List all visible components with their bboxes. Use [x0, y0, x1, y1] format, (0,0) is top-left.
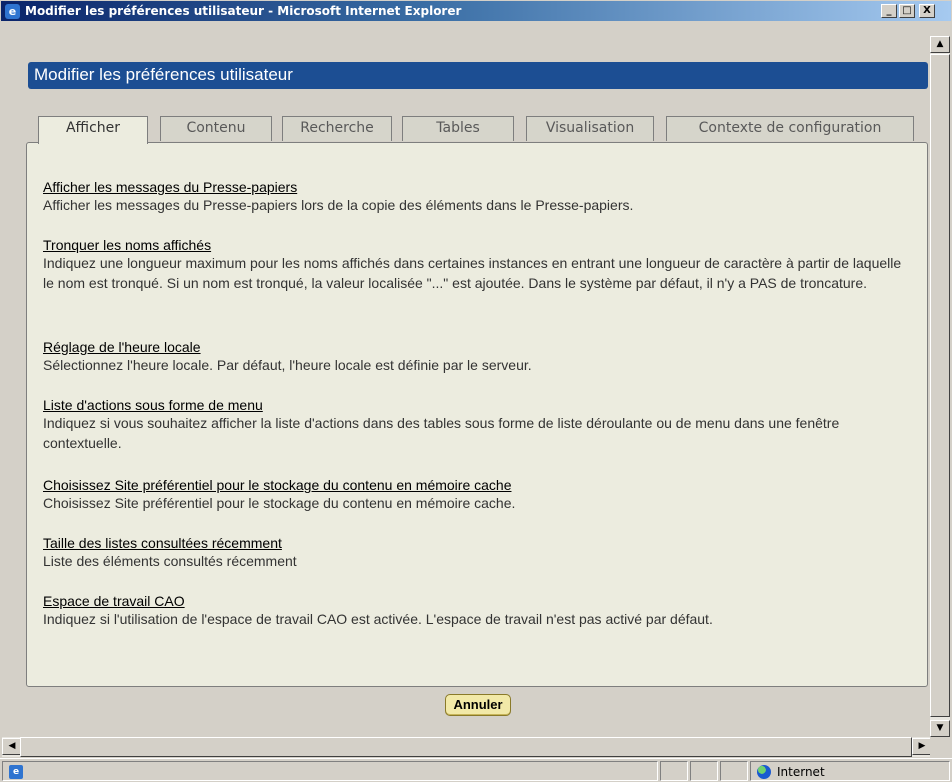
close-button[interactable]: X — [919, 4, 935, 18]
tab-visualisation[interactable]: Visualisation — [526, 116, 654, 141]
pref-description: Choisissez Site préférentiel pour le sto… — [43, 495, 516, 511]
pref-description: Indiquez si vous souhaitez afficher la l… — [43, 415, 840, 451]
scroll-corner — [930, 737, 952, 758]
content-viewport: Modifier les préférences utilisateur Aff… — [2, 24, 930, 737]
tab-tables[interactable]: Tables — [402, 116, 514, 141]
pref-link-espace-cao[interactable]: Espace de travail CAO — [43, 593, 185, 609]
pref-link-liste-actions-menu[interactable]: Liste d'actions sous forme de menu — [43, 397, 263, 413]
window-titlebar[interactable]: e Modifier les préférences utilisateur -… — [0, 0, 952, 22]
horizontal-scroll-thumb[interactable] — [20, 737, 912, 757]
pref-description: Sélectionnez l'heure locale. Par défaut,… — [43, 357, 532, 373]
window-title: Modifier les préférences utilisateur - M… — [25, 4, 462, 18]
status-text-pane: e — [2, 761, 658, 781]
tab-contenu[interactable]: Contenu — [160, 116, 272, 141]
page-title-bar: Modifier les préférences utilisateur — [28, 62, 928, 89]
status-pane — [720, 761, 748, 781]
scroll-up-arrow-icon[interactable]: ▲ — [930, 36, 950, 53]
vertical-scroll-thumb[interactable] — [930, 54, 950, 717]
page-status-icon: e — [9, 765, 23, 779]
scroll-left-arrow-icon[interactable]: ◀ — [2, 738, 22, 755]
page-title: Modifier les préférences utilisateur — [34, 65, 293, 84]
pref-description: Indiquez si l'utilisation de l'espace de… — [43, 611, 713, 627]
status-pane — [660, 761, 688, 781]
pref-link-listes-recentes[interactable]: Taille des listes consultées récemment — [43, 535, 282, 551]
scroll-right-arrow-icon[interactable]: ▶ — [912, 738, 932, 755]
security-zone-label: Internet — [777, 765, 825, 779]
status-pane — [690, 761, 718, 781]
pref-description: Liste des éléments consultés récemment — [43, 553, 297, 569]
minimize-button[interactable]: _ — [881, 4, 897, 18]
tab-contexte-de-configuration[interactable]: Contexte de configuration — [666, 116, 914, 141]
pref-link-tronquer-noms[interactable]: Tronquer les noms affichés — [43, 237, 211, 253]
scroll-down-arrow-icon[interactable]: ▼ — [930, 720, 950, 737]
pref-link-presse-papiers[interactable]: Afficher les messages du Presse-papiers — [43, 179, 297, 195]
pref-link-heure-locale[interactable]: Réglage de l'heure locale — [43, 339, 201, 355]
vertical-scrollbar[interactable]: ▲ ▼ — [930, 36, 950, 737]
pref-description: Indiquez une longueur maximum pour les n… — [43, 255, 902, 291]
globe-icon — [757, 765, 771, 779]
cancel-button[interactable]: Annuler — [445, 694, 511, 716]
maximize-button[interactable]: □ — [899, 4, 915, 18]
tab-afficher[interactable]: Afficher — [38, 116, 148, 144]
status-bar: e Internet — [0, 758, 952, 782]
tab-recherche[interactable]: Recherche — [282, 116, 392, 141]
internet-explorer-icon: e — [5, 4, 20, 19]
pref-link-site-preferentiel[interactable]: Choisissez Site préférentiel pour le sto… — [43, 477, 511, 493]
security-zone-pane: Internet — [750, 761, 950, 781]
pref-description: Afficher les messages du Presse-papiers … — [43, 197, 634, 213]
preferences-panel: Afficher les messages du Presse-papiers … — [26, 142, 928, 687]
horizontal-scrollbar[interactable]: ◀ ▶ — [2, 737, 932, 757]
